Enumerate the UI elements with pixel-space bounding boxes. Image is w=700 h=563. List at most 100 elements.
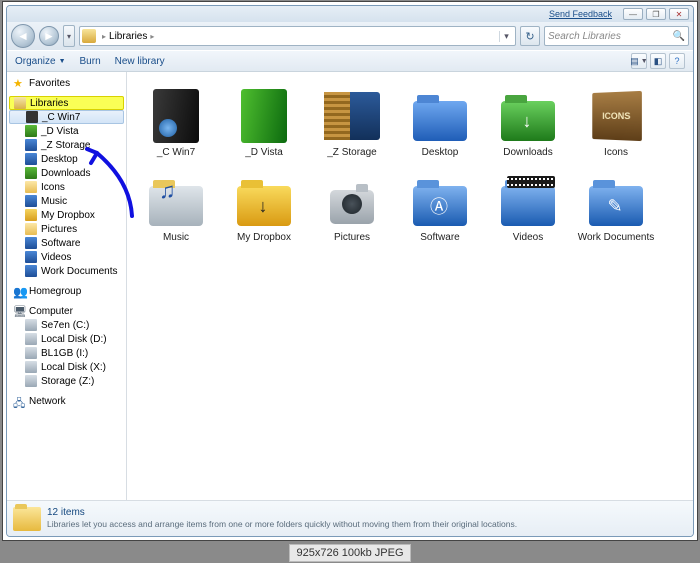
sidebar-item[interactable]: Desktop xyxy=(7,152,126,166)
search-input[interactable]: Search Libraries 🔍 xyxy=(544,26,689,46)
sidebar-item[interactable]: Downloads xyxy=(7,166,126,180)
computer-icon: 🖥 xyxy=(13,305,25,317)
library-icon xyxy=(25,153,37,165)
star-icon: ★ xyxy=(13,77,25,89)
sidebar-item[interactable]: _C Win7 xyxy=(9,110,124,124)
library-icon xyxy=(25,251,37,263)
library-icon xyxy=(25,181,37,193)
library-item[interactable]: _C Win7 xyxy=(133,82,219,163)
organize-menu[interactable]: Organize▼ xyxy=(15,56,66,67)
refresh-button[interactable]: ↻ xyxy=(520,26,540,46)
favorites-group[interactable]: ★Favorites xyxy=(7,76,126,90)
navigation-bar: ◄ ► ▾ ▸ Libraries ▸ ▾ ↻ Search Libraries… xyxy=(7,22,693,50)
library-icon xyxy=(25,139,37,151)
forward-button[interactable]: ► xyxy=(39,26,59,46)
library-item[interactable]: Videos xyxy=(485,167,571,248)
library-icon: ↓ xyxy=(237,186,291,226)
homegroup-group[interactable]: 👥Homegroup xyxy=(7,284,126,298)
library-icon xyxy=(25,167,37,179)
drive-icon xyxy=(25,347,37,359)
search-icon: 🔍 xyxy=(673,31,685,42)
library-item[interactable]: ↓Downloads xyxy=(485,82,571,163)
address-bar[interactable]: ▸ Libraries ▸ ▾ xyxy=(79,26,516,46)
library-icon: ♫ xyxy=(149,186,203,226)
library-item[interactable]: ✎Work Documents xyxy=(573,167,659,248)
sidebar-item[interactable]: _D Vista xyxy=(7,124,126,138)
library-icon: ✎ xyxy=(589,186,643,226)
library-icon xyxy=(501,186,555,226)
help-button[interactable]: ? xyxy=(669,53,685,69)
minimize-button[interactable]: — xyxy=(623,8,643,20)
sidebar-drive[interactable]: Storage (Z:) xyxy=(7,374,126,388)
library-icon: ICONS xyxy=(592,91,642,141)
library-icon xyxy=(25,195,37,207)
preview-pane-button[interactable]: ◧ xyxy=(650,53,666,69)
library-item[interactable]: _Z Storage xyxy=(309,82,395,163)
library-item[interactable]: ICONSIcons xyxy=(573,82,659,163)
library-icon: ↓ xyxy=(501,101,555,141)
sidebar-item[interactable]: Pictures xyxy=(7,222,126,236)
network-group[interactable]: 🖧Network xyxy=(7,394,126,408)
sidebar-item[interactable]: Videos xyxy=(7,250,126,264)
library-icon xyxy=(25,223,37,235)
drive-icon xyxy=(25,361,37,373)
navigation-pane: ★Favorites Libraries _C Win7 _D Vista _Z… xyxy=(7,72,127,500)
library-icon xyxy=(153,89,199,143)
close-button[interactable]: ✕ xyxy=(669,8,689,20)
drive-icon xyxy=(25,333,37,345)
library-icon xyxy=(25,265,37,277)
sidebar-item[interactable]: _Z Storage xyxy=(7,138,126,152)
sidebar-item[interactable]: Music xyxy=(7,194,126,208)
library-item[interactable]: Pictures xyxy=(309,167,395,248)
library-icon xyxy=(324,92,380,140)
nav-history-dropdown[interactable]: ▾ xyxy=(63,25,75,47)
library-icon xyxy=(413,101,467,141)
sidebar-drive[interactable]: Se7en (C:) xyxy=(7,318,126,332)
sidebar-drive[interactable]: BL1GB (I:) xyxy=(7,346,126,360)
library-item[interactable]: ↓My Dropbox xyxy=(221,167,307,248)
breadcrumb-root[interactable]: Libraries xyxy=(109,31,147,42)
sidebar-drive[interactable]: Local Disk (X:) xyxy=(7,360,126,374)
library-icon xyxy=(25,209,37,221)
library-icon xyxy=(25,125,37,137)
library-icon xyxy=(26,111,38,123)
burn-button[interactable]: Burn xyxy=(80,56,101,67)
items-view: _C Win7 _D Vista _Z Storage Desktop ↓Dow… xyxy=(127,72,693,500)
sidebar-item[interactable]: Icons xyxy=(7,180,126,194)
sidebar-drive[interactable]: Local Disk (D:) xyxy=(7,332,126,346)
chevron-right-icon: ▸ xyxy=(102,32,106,41)
maximize-button[interactable]: ❐ xyxy=(646,8,666,20)
library-icon xyxy=(25,237,37,249)
film-icon xyxy=(507,176,555,188)
libraries-icon xyxy=(14,97,26,109)
drive-icon xyxy=(25,319,37,331)
image-caption: 925x726 100kb JPEG xyxy=(289,544,410,562)
search-placeholder: Search Libraries xyxy=(548,31,621,42)
library-icon: Ⓐ xyxy=(413,186,467,226)
library-item[interactable]: _D Vista xyxy=(221,82,307,163)
network-icon: 🖧 xyxy=(13,395,25,407)
drive-icon xyxy=(25,375,37,387)
status-hint: Libraries let you access and arrange ite… xyxy=(47,519,517,529)
send-feedback-link[interactable]: Send Feedback xyxy=(549,9,612,19)
location-icon xyxy=(82,29,96,43)
library-item[interactable]: Desktop xyxy=(397,82,483,163)
view-options-button[interactable]: ▤▼ xyxy=(631,53,647,69)
libraries-group[interactable]: Libraries xyxy=(9,96,124,110)
back-button[interactable]: ◄ xyxy=(11,24,35,48)
title-bar: Send Feedback — ❐ ✕ xyxy=(7,6,693,22)
sidebar-item[interactable]: My Dropbox xyxy=(7,208,126,222)
new-library-button[interactable]: New library xyxy=(115,56,165,67)
library-item[interactable]: ♫Music xyxy=(133,167,219,248)
sidebar-item[interactable]: Work Documents xyxy=(7,264,126,278)
address-dropdown[interactable]: ▾ xyxy=(499,31,513,42)
chevron-right-icon: ▸ xyxy=(150,32,154,41)
library-icon xyxy=(241,89,287,143)
sidebar-item[interactable]: Software xyxy=(7,236,126,250)
details-pane: 12 items Libraries let you access and ar… xyxy=(7,500,693,536)
homegroup-icon: 👥 xyxy=(13,285,25,297)
library-item[interactable]: ⒶSoftware xyxy=(397,167,483,248)
computer-group[interactable]: 🖥Computer xyxy=(7,304,126,318)
item-count: 12 items xyxy=(47,507,517,519)
library-icon xyxy=(330,190,374,224)
